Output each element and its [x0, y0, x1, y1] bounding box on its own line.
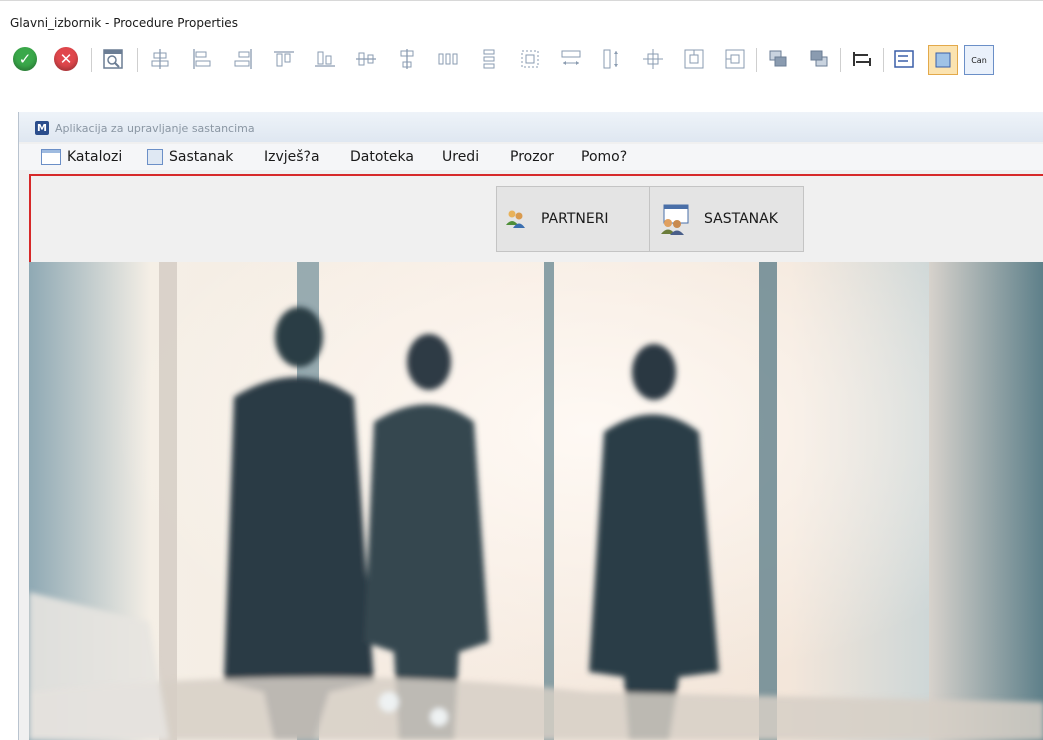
sastanak-label: SASTANAK	[704, 211, 778, 227]
sastanak-button[interactable]: SASTANAK	[649, 186, 804, 252]
align-bottom-button[interactable]	[311, 45, 339, 73]
menu-datoteka[interactable]: Datoteka	[350, 149, 414, 165]
toolbar-separator	[883, 48, 884, 72]
bring-front-button[interactable]	[764, 45, 792, 73]
menu-label: Pomo?	[581, 149, 628, 165]
center-horizontal-window-button[interactable]	[721, 45, 749, 73]
align-top-button[interactable]	[270, 45, 298, 73]
center-in-window-button[interactable]	[639, 45, 667, 73]
cancel-icon: ✕	[54, 47, 78, 71]
align-left-icon	[193, 49, 211, 69]
same-width-icon	[561, 50, 581, 65]
app-title: Aplikacija za upravljanje sastancima	[55, 122, 255, 135]
cancel-button[interactable]: ✕	[52, 45, 80, 73]
bring-front-icon	[769, 50, 787, 67]
distribute-horizontal-icon	[438, 53, 458, 65]
menu-label: Datoteka	[350, 149, 414, 165]
silhouettes-illustration	[29, 307, 1043, 740]
select-icon	[935, 52, 951, 68]
menu-label: Sastanak	[169, 149, 234, 165]
app-logo-icon: M	[35, 121, 49, 135]
app-title-bar: M Aplikacija za upravljanje sastancima	[19, 112, 1043, 142]
center-vertical-icon	[400, 49, 414, 69]
menu-uredi[interactable]: Uredi	[442, 149, 479, 165]
background-business-image	[29, 262, 1043, 740]
distribute-vertical-button[interactable]	[475, 45, 503, 73]
menu-prozor[interactable]: Prozor	[510, 149, 554, 165]
menu-bar: Katalozi Sastanak Izvješ?a Datoteka Ured…	[19, 144, 1043, 170]
form-designer-canvas: M Aplikacija za upravljanje sastancima K…	[18, 112, 1043, 740]
window-title-bar: Glavni_izbornik - Procedure Properties	[0, 0, 1043, 37]
partneri-button[interactable]: PARTNERI	[496, 186, 650, 252]
distribute-vertical-icon	[483, 49, 495, 69]
menu-izvjesca[interactable]: Izvješ?a	[264, 149, 320, 165]
toolbar-separator	[756, 48, 757, 72]
button-panel: PARTNERI SASTANAK	[29, 174, 1043, 264]
menu-pomoc[interactable]: Pomo?	[581, 149, 627, 165]
preview-icon	[103, 49, 123, 69]
window-title: Glavni_izbornik - Procedure Properties	[10, 16, 238, 30]
same-height-button[interactable]	[598, 45, 626, 73]
align-top-icon	[274, 51, 294, 67]
next-control-button[interactable]	[890, 45, 918, 73]
same-size-icon	[521, 50, 539, 68]
center-horizontal-button[interactable]	[352, 45, 380, 73]
menu-label: Katalozi	[67, 149, 123, 165]
toolbar-separator	[91, 48, 92, 72]
align-center-button[interactable]	[146, 45, 174, 73]
partners-icon	[506, 210, 525, 228]
menu-label: Izvješ?a	[264, 149, 320, 165]
center-in-window-icon	[643, 49, 663, 69]
center-horizontal-window-icon	[725, 49, 745, 69]
designer-toolbar: ✓ ✕ Can	[0, 36, 1043, 94]
distribute-horizontal-button[interactable]	[434, 45, 462, 73]
toolbar-separator	[137, 48, 138, 72]
next-control-icon	[894, 50, 914, 68]
align-center-icon	[151, 49, 169, 69]
partneri-label: PARTNERI	[541, 211, 609, 227]
same-size-button[interactable]	[516, 45, 544, 73]
send-back-icon	[810, 50, 828, 67]
tab-order-button[interactable]	[848, 45, 876, 73]
meeting-icon	[147, 149, 163, 165]
menu-label: Prozor	[510, 149, 554, 165]
center-horizontal-icon	[356, 52, 376, 66]
center-vertical-window-icon	[684, 49, 704, 69]
select-button[interactable]	[928, 45, 958, 75]
catalog-icon	[41, 149, 61, 165]
preview-button[interactable]	[99, 45, 127, 73]
ok-icon: ✓	[13, 47, 37, 71]
meeting-calendar-icon	[661, 204, 689, 235]
cancel-label-button[interactable]: Can	[964, 45, 994, 75]
toolbar-separator	[840, 48, 841, 72]
menu-sastanak[interactable]: Sastanak	[147, 149, 233, 165]
center-vertical-window-button[interactable]	[680, 45, 708, 73]
same-height-icon	[603, 49, 618, 69]
align-right-button[interactable]	[229, 45, 257, 73]
cancel-label-icon: Can	[971, 55, 987, 65]
align-bottom-icon	[315, 51, 335, 67]
menu-katalozi[interactable]: Katalozi	[41, 149, 122, 165]
center-vertical-button[interactable]	[393, 45, 421, 73]
menu-label: Uredi	[442, 149, 480, 165]
ok-button[interactable]: ✓	[11, 45, 39, 73]
tab-order-icon	[853, 52, 871, 66]
same-width-button[interactable]	[557, 45, 585, 73]
align-right-icon	[234, 49, 252, 69]
align-left-button[interactable]	[188, 45, 216, 73]
send-back-button[interactable]	[805, 45, 833, 73]
